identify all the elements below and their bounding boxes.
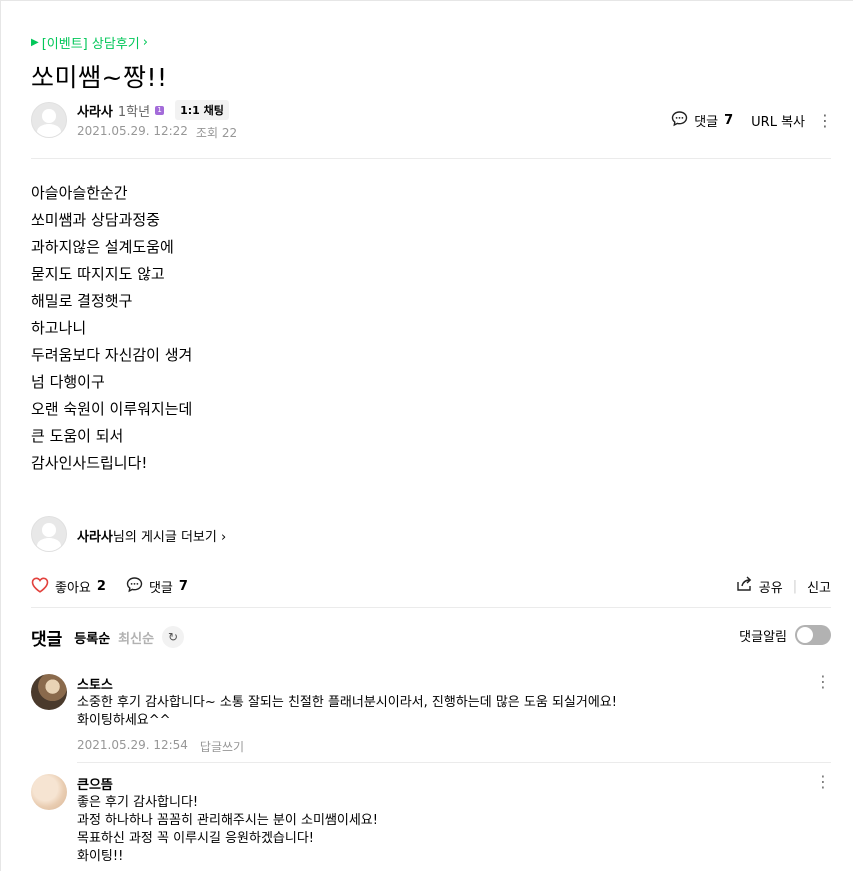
comment-line: 목표하신 과정 꼭 이루시길 응원하겠습니다!: [77, 831, 315, 846]
notify-toggle[interactable]: [795, 625, 831, 645]
comment-more-icon[interactable]: ⋮: [815, 772, 831, 791]
url-copy-button[interactable]: URL 복사: [751, 111, 805, 130]
comment-count: 7: [178, 579, 188, 594]
comment-line: 화이팅하세요^^: [77, 713, 171, 728]
post-views: 조회 22: [195, 126, 238, 140]
comment-line: 과정 하나하나 꼼꼼히 관리해주시는 분이 소미쌤이세요!: [77, 813, 378, 828]
author-grade: 1학년: [117, 104, 151, 120]
author-name[interactable]: 사라사: [77, 101, 113, 120]
comment-body: 스토스 소중한 후기 감사합니다~ 소통 잘되는 친절한 플래너분시이라서, 진…: [77, 674, 831, 755]
reply-button[interactable]: 답글쓰기: [200, 738, 244, 755]
chevron-right-icon: ›: [220, 530, 227, 545]
content-line: 묻지도 따지지도 않고: [31, 265, 165, 283]
commenter-avatar[interactable]: [31, 674, 67, 710]
category-link[interactable]: ▶ [이벤트] 상담후기 ›: [31, 33, 148, 52]
like-count: 2: [96, 579, 106, 594]
comment-label[interactable]: 댓글: [149, 577, 173, 596]
share-button[interactable]: 공유: [759, 577, 783, 596]
reaction-divider: [31, 607, 831, 608]
reaction-bar: 좋아요 2 댓글 7: [31, 576, 188, 597]
content-line: 넘 다행이구: [31, 373, 105, 391]
notify-label: 댓글알림: [739, 629, 787, 645]
comment-line: 소중한 후기 감사합니다~ 소통 잘되는 친절한 플래너분시이라서, 진행하는데…: [77, 695, 617, 710]
more-posts-suffix: 님의 게시글 더보기: [112, 530, 217, 545]
comment-item: 큰으뜸 좋은 후기 감사합니다! 과정 하나하나 꼼꼼히 관리해주시는 분이 소…: [31, 772, 831, 869]
content-line: 오랜 숙원이 이루워지는데: [31, 400, 193, 418]
content-line: 아슬아슬한순간: [31, 184, 128, 202]
share-icon[interactable]: [736, 576, 753, 596]
report-button[interactable]: 신고: [807, 577, 831, 596]
category-label: [이벤트] 상담후기: [41, 37, 140, 52]
post-meta: 2021.05.29. 12:22 조회 22: [77, 124, 237, 141]
content-line: 하고나니: [31, 319, 87, 337]
commenter-name[interactable]: 스토스: [77, 674, 831, 693]
comment-bubble-icon[interactable]: [126, 576, 143, 597]
sort-latest-button[interactable]: 최신순: [118, 628, 154, 647]
header-divider: [31, 158, 831, 159]
commenter-name[interactable]: 큰으뜸: [77, 774, 831, 793]
share-bar: 공유 | 신고: [736, 576, 831, 596]
comment-divider: [77, 762, 831, 763]
comment-meta: 2021.05.29. 12:54 답글쓰기: [77, 738, 831, 755]
more-posts-author: 사라사: [77, 530, 113, 545]
chat-button[interactable]: 1:1 채팅: [175, 100, 229, 120]
play-triangle-icon: ▶: [31, 37, 39, 48]
comment-body: 큰으뜸 좋은 후기 감사합니다! 과정 하나하나 꼼꼼히 관리해주시는 분이 소…: [77, 774, 831, 866]
commenter-avatar[interactable]: [31, 774, 67, 810]
post-title: 쏘미쌤~짱!!: [31, 63, 168, 92]
content-line: 감사인사드립니다!: [31, 454, 148, 472]
content-line: 큰 도움이 되서: [31, 427, 124, 445]
author-avatar[interactable]: [31, 102, 67, 138]
comments-title: 댓글: [31, 629, 63, 650]
top-actions: 댓글 7 URL 복사 ⋮: [671, 110, 833, 131]
like-label[interactable]: 좋아요: [55, 577, 91, 596]
top-comment-count[interactable]: 7: [724, 113, 733, 128]
comment-line: 화이팅!!: [77, 849, 124, 864]
comment-more-icon[interactable]: ⋮: [815, 672, 831, 691]
comment-date: 2021.05.29. 12:54: [77, 738, 188, 752]
comment-text: 소중한 후기 감사합니다~ 소통 잘되는 친절한 플래너분시이라서, 진행하는데…: [77, 694, 831, 730]
more-posts-link[interactable]: 사라사님의 게시글 더보기 ›: [77, 526, 226, 545]
content-line: 쏘미쌤과 상담과정중: [31, 211, 160, 229]
comment-bubble-icon[interactable]: [671, 110, 688, 131]
more-posts-avatar[interactable]: [31, 516, 67, 552]
level-badge-icon: 1: [155, 105, 165, 115]
separator: |: [792, 578, 798, 594]
post-date: 2021.05.29. 12:22: [77, 124, 188, 138]
sort-register-button[interactable]: 등록순: [74, 628, 110, 647]
comment-text: 좋은 후기 감사합니다! 과정 하나하나 꼼꼼히 관리해주시는 분이 소미쌤이세…: [77, 794, 831, 866]
heart-icon[interactable]: [31, 576, 49, 597]
content-line: 해밀로 결정햇구: [31, 292, 133, 310]
content-line: 두려움보다 자신감이 생겨: [31, 346, 193, 364]
top-comment-label[interactable]: 댓글: [694, 111, 718, 130]
refresh-icon[interactable]: ↻: [162, 626, 185, 648]
content-line: 과하지않은 설계도움에: [31, 238, 174, 256]
comments-header: 댓글 등록순 최신순 ↻ 댓글알림: [31, 625, 831, 650]
comment-line: 좋은 후기 감사합니다!: [77, 795, 199, 810]
comment-item: 스토스 소중한 후기 감사합니다~ 소통 잘되는 친절한 플래너분시이라서, 진…: [31, 672, 831, 755]
comment-notify: 댓글알림: [739, 625, 831, 645]
chevron-right-icon: ›: [142, 35, 148, 50]
author-info: 사라사 1학년 1 1:1 채팅: [77, 100, 229, 120]
more-options-icon[interactable]: ⋮: [817, 112, 833, 129]
post-content: 아슬아슬한순간 쏘미쌤과 상담과정중 과하지않은 설계도움에 묻지도 따지지도 …: [31, 180, 192, 477]
